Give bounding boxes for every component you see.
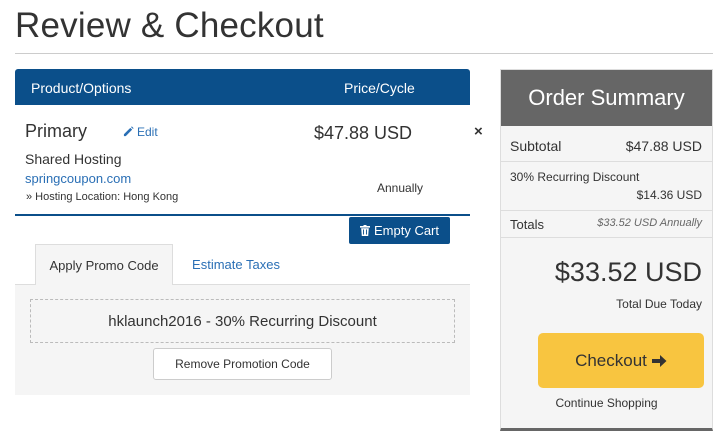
- checkout-button[interactable]: Checkout: [538, 333, 704, 388]
- summary-divider: [501, 237, 712, 238]
- remove-promotion-button[interactable]: Remove Promotion Code: [153, 348, 332, 380]
- product-name: Primary: [25, 121, 87, 141]
- product-cycle: Annually: [377, 181, 424, 195]
- trash-icon: [359, 225, 370, 236]
- edit-label: Edit: [137, 125, 158, 139]
- tab-divider: [15, 284, 35, 285]
- tab-apply-promo[interactable]: Apply Promo Code: [35, 244, 173, 285]
- order-summary: Order Summary Subtotal $47.88 USD 30% Re…: [500, 69, 713, 431]
- subtotal-label: Subtotal: [510, 138, 562, 154]
- total-due-amount: $33.52 USD: [554, 257, 702, 287]
- product-config: » Hosting Location: Hong Kong: [26, 191, 179, 203]
- page-title: Review & Checkout: [15, 6, 324, 45]
- discount-value: $14.36 USD: [636, 188, 702, 202]
- summary-divider: [501, 161, 712, 162]
- product-domain[interactable]: springcoupon.com: [25, 171, 131, 186]
- remove-icon[interactable]: ×: [474, 123, 483, 140]
- product-price: $47.88 USD: [314, 123, 413, 143]
- product-type: Shared Hosting: [25, 151, 122, 167]
- continue-shopping-link[interactable]: Continue Shopping: [501, 396, 712, 410]
- arrow-right-icon: [651, 354, 667, 367]
- edit-link[interactable]: Edit: [123, 125, 158, 139]
- order-summary-title: Order Summary: [501, 70, 712, 126]
- totals-label: Totals: [510, 217, 544, 232]
- pencil-icon: [123, 126, 134, 137]
- tab-estimate-taxes[interactable]: Estimate Taxes: [176, 244, 296, 285]
- empty-cart-label: Empty Cart: [373, 223, 439, 238]
- title-divider: [15, 53, 713, 54]
- totals-value: $33.52 USD Annually: [597, 217, 702, 229]
- discount-label: 30% Recurring Discount: [510, 170, 640, 184]
- subtotal-value: $47.88 USD: [625, 138, 702, 154]
- summary-divider: [501, 210, 712, 211]
- column-header-price: Price/Cycle: [344, 80, 415, 96]
- column-header-product: Product/Options: [31, 80, 132, 96]
- total-due-label: Total Due Today: [616, 297, 702, 311]
- checkout-label: Checkout: [575, 350, 647, 370]
- empty-cart-button[interactable]: Empty Cart: [349, 217, 450, 244]
- applied-promo-code: hklaunch2016 - 30% Recurring Discount: [30, 299, 455, 343]
- cart-header: Product/Options Price/Cycle: [15, 69, 470, 105]
